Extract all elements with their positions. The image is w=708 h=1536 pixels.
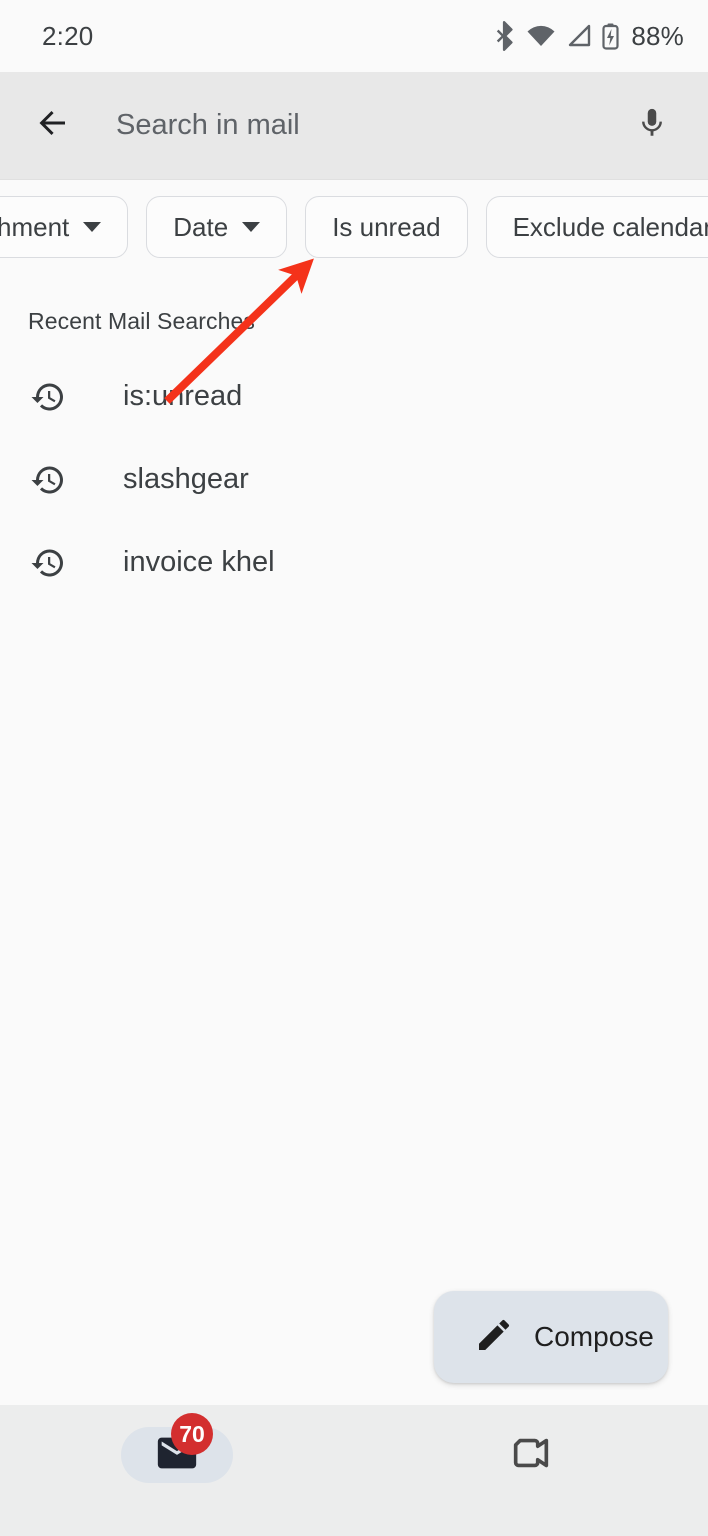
phone-screen: 2:20 88% Search in mail hment Date Is un… xyxy=(0,0,708,1536)
recent-search-label: invoice khel xyxy=(123,546,275,578)
back-arrow-icon xyxy=(35,105,71,146)
recent-searches-header: Recent Mail Searches xyxy=(28,308,255,334)
status-icon-group: 88% xyxy=(494,21,684,52)
nav-pill-meet[interactable] xyxy=(475,1427,587,1483)
microphone-icon xyxy=(635,106,669,145)
recent-searches-list: is:unread slashgear invoice khel xyxy=(0,355,708,604)
bluetooth-icon xyxy=(494,21,516,51)
unread-count-badge: 70 xyxy=(171,1413,213,1455)
cellular-signal-icon xyxy=(566,24,592,48)
nav-item-mail[interactable]: 70 xyxy=(0,1405,354,1505)
nav-item-meet[interactable] xyxy=(354,1405,708,1505)
recent-search-label: slashgear xyxy=(123,463,249,495)
wifi-icon xyxy=(526,24,556,48)
list-item[interactable]: invoice khel xyxy=(0,521,708,604)
bottom-nav-items: 70 xyxy=(0,1405,708,1505)
list-item[interactable]: is:unread xyxy=(0,355,708,438)
chevron-down-icon xyxy=(83,222,102,232)
battery-charging-icon xyxy=(602,23,619,50)
pencil-icon xyxy=(474,1315,514,1360)
back-button[interactable] xyxy=(22,95,84,157)
history-icon xyxy=(28,377,68,417)
list-item[interactable]: slashgear xyxy=(0,438,708,521)
filter-chip-label: Is unread xyxy=(332,211,441,242)
bottom-navigation-bar: 70 xyxy=(0,1405,708,1536)
filter-chip-is-unread[interactable]: Is unread xyxy=(305,196,468,258)
filter-chip-attachment[interactable]: …hment xyxy=(0,196,129,258)
compose-label: Compose xyxy=(534,1321,654,1352)
filter-chips-row[interactable]: …hment Date Is unread Exclude calendar u… xyxy=(0,181,708,273)
video-camera-icon xyxy=(508,1430,554,1481)
filter-chip-label: Exclude calendar upd xyxy=(512,211,708,242)
history-icon xyxy=(28,543,68,583)
status-time: 2:20 xyxy=(42,20,94,51)
filter-chip-date[interactable]: Date xyxy=(146,196,288,258)
search-bar[interactable]: Search in mail xyxy=(0,72,708,180)
filter-chip-label: Date xyxy=(173,211,229,242)
voice-search-button[interactable] xyxy=(624,98,680,154)
compose-button[interactable]: Compose xyxy=(434,1291,668,1383)
history-icon xyxy=(28,460,68,500)
search-input[interactable]: Search in mail xyxy=(116,109,624,142)
battery-percent-label: 88% xyxy=(631,20,684,51)
chevron-down-icon xyxy=(242,222,261,232)
nav-pill-mail[interactable]: 70 xyxy=(121,1413,233,1483)
filter-chip-exclude-calendar-updates[interactable]: Exclude calendar upd xyxy=(485,196,708,258)
recent-search-label: is:unread xyxy=(123,380,243,412)
filter-chip-label: …hment xyxy=(0,211,70,242)
status-bar: 2:20 88% xyxy=(0,0,708,72)
